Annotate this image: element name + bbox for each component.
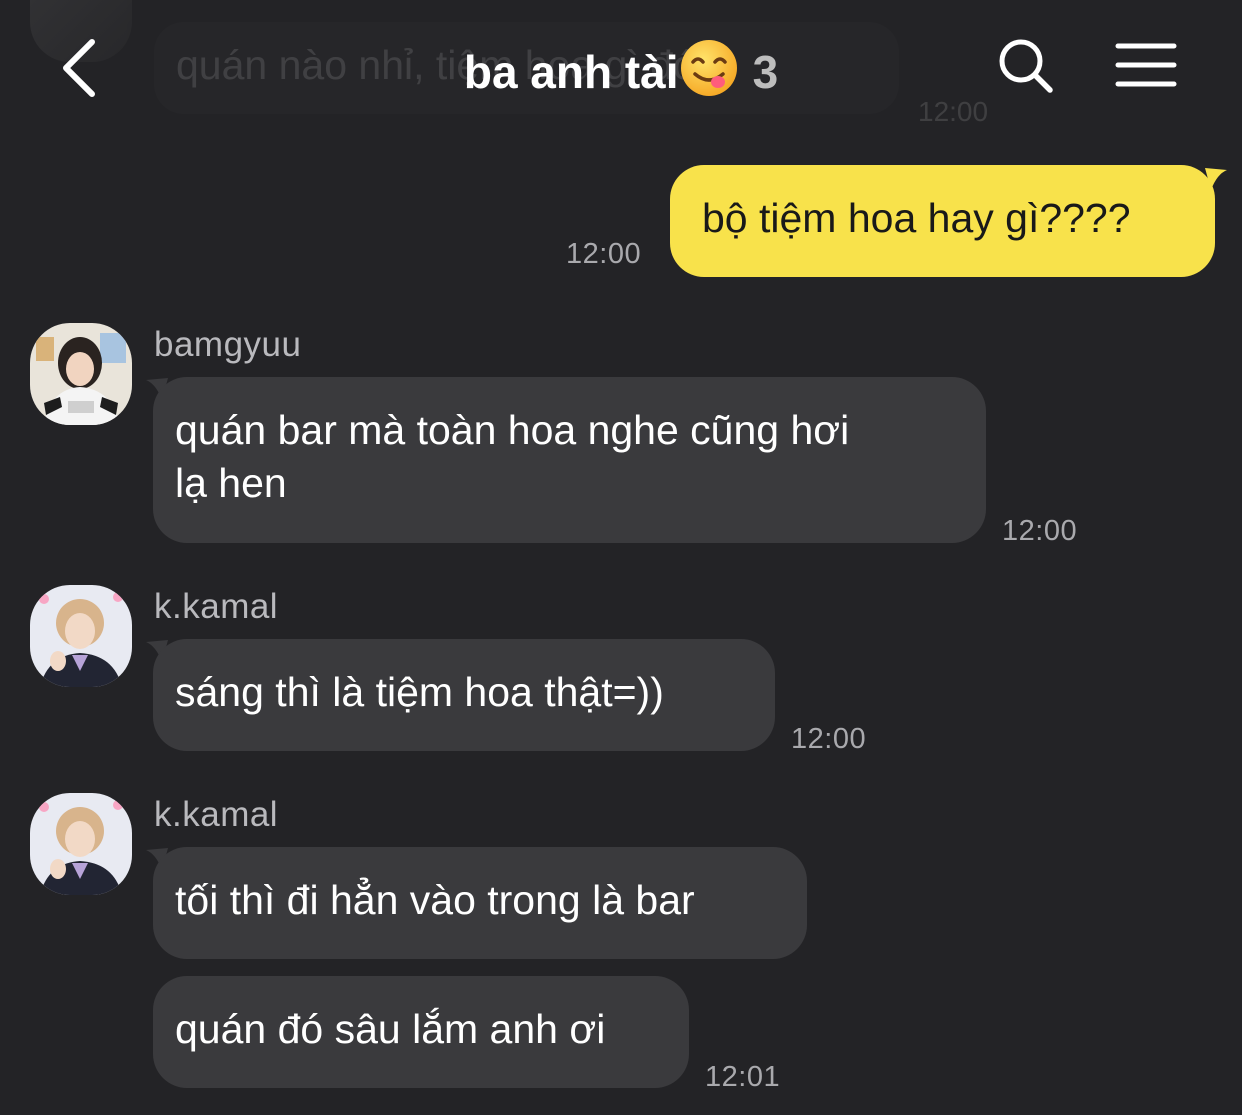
sender-name: k.kamal bbox=[154, 587, 279, 626]
incoming-message-bubble[interactable]: quán đó sâu lắm anh ơi bbox=[153, 976, 689, 1088]
message-text: quán đó sâu lắm anh ơi bbox=[175, 1006, 606, 1052]
message-text: sáng thì là tiệm hoa thật=)) bbox=[175, 669, 664, 715]
incoming-message-bubble[interactable]: tối thì đi hẳn vào trong là bar bbox=[153, 847, 807, 959]
menu-button[interactable] bbox=[1114, 40, 1178, 90]
message-time: 12:00 bbox=[791, 723, 867, 755]
search-button[interactable] bbox=[996, 36, 1056, 96]
outgoing-message-bubble[interactable]: bộ tiệm hoa hay gì???? bbox=[670, 165, 1215, 277]
message-time: 12:01 bbox=[705, 1061, 781, 1093]
message-time: 12:00 bbox=[1002, 515, 1078, 547]
incoming-message-bubble[interactable]: quán bar mà toàn hoa nghe cũng hơi lạ he… bbox=[153, 377, 986, 543]
incoming-message-bubble[interactable]: sáng thì là tiệm hoa thật=)) bbox=[153, 639, 775, 751]
yum-face-emoji-icon bbox=[679, 38, 739, 109]
chat-title-text: ba anh tài bbox=[463, 46, 679, 98]
message-text-line: quán bar mà toàn hoa nghe cũng hơi bbox=[175, 407, 850, 453]
message-text-line: lạ hen bbox=[175, 460, 287, 506]
message-time: 12:00 bbox=[566, 238, 642, 270]
avatar[interactable] bbox=[30, 585, 132, 687]
message-text: bộ tiệm hoa hay gì???? bbox=[702, 195, 1131, 241]
bubble-tail bbox=[1205, 168, 1227, 190]
sender-name: bamgyuu bbox=[154, 325, 302, 364]
avatar[interactable] bbox=[30, 323, 132, 425]
sender-name: k.kamal bbox=[154, 795, 279, 834]
chat-screen: quán nào nhỉ, tiệm hoa gì đó 12:00 ba an… bbox=[0, 0, 1242, 1115]
search-icon bbox=[999, 39, 1053, 93]
chat-header: ba anh tài 3 bbox=[0, 0, 1242, 130]
message-text: tối thì đi hẳn vào trong là bar bbox=[175, 877, 695, 923]
hamburger-menu-icon bbox=[1115, 43, 1177, 87]
avatar[interactable] bbox=[30, 793, 132, 895]
member-count: 3 bbox=[752, 46, 779, 98]
